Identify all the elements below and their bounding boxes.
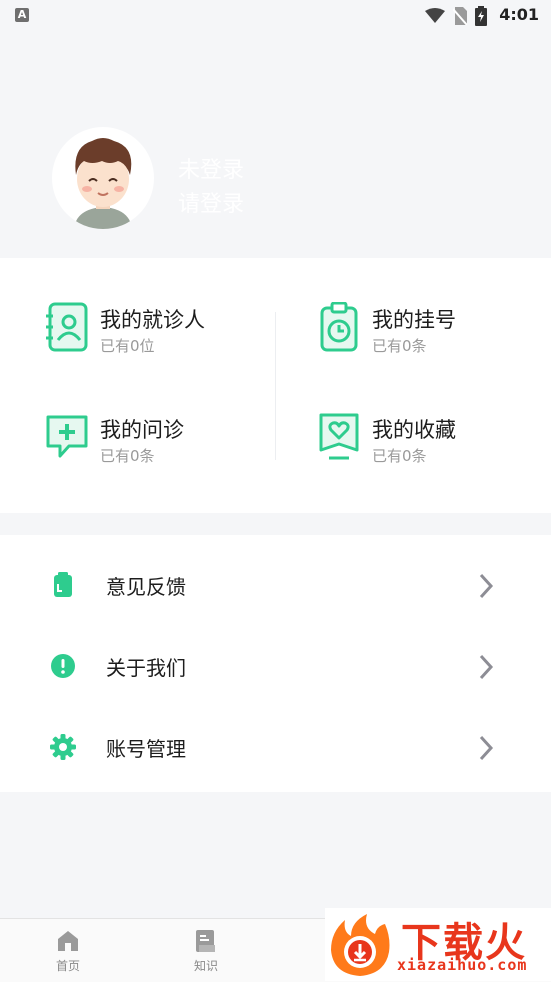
- system-icons: [425, 6, 487, 26]
- settings-menu: 意见反馈 关于我们 账号管理: [0, 535, 551, 792]
- knowledge-icon: [196, 930, 215, 952]
- stat-my-patients[interactable]: 我的就诊人 已有0位: [45, 302, 295, 372]
- avatar-boy-icon: [74, 138, 132, 229]
- tab-knowledge[interactable]: 知识: [176, 929, 236, 974]
- stats-grid: 我的就诊人 已有0位 我的挂号 已有0条 我的问诊 已有0条 我的收藏 已有0条: [0, 258, 551, 513]
- tab-label: 首页: [55, 959, 80, 973]
- menu-item-label: 账号管理: [106, 737, 186, 761]
- stat-title: 我的就诊人: [100, 308, 205, 332]
- menu-item-label: 意见反馈: [106, 575, 186, 599]
- battery-charging-icon: [475, 6, 487, 26]
- stat-subtitle: 已有0条: [372, 447, 427, 465]
- avatar[interactable]: [52, 127, 154, 229]
- gear-icon: [50, 734, 76, 760]
- login-prompt[interactable]: 请登录: [178, 186, 244, 218]
- watermark-logo: 下载火 xiazaihuo.com: [325, 908, 551, 981]
- chevron-right-icon: [479, 735, 494, 761]
- stat-subtitle: 已有0条: [100, 447, 155, 465]
- wifi-icon: [425, 8, 445, 23]
- stat-my-consultations[interactable]: 我的问诊 已有0条: [45, 412, 295, 482]
- notification-a-icon: A: [15, 8, 29, 22]
- chevron-right-icon: [479, 573, 494, 599]
- heart-bookmark-icon: [319, 413, 359, 460]
- patient-card-icon: [46, 302, 88, 352]
- stat-title: 我的挂号: [372, 308, 456, 332]
- home-icon: [58, 931, 78, 951]
- menu-item-about-us[interactable]: 关于我们: [0, 627, 551, 707]
- stat-subtitle: 已有0位: [100, 337, 155, 355]
- flame-logo-icon: [331, 914, 390, 976]
- stat-subtitle: 已有0条: [372, 337, 427, 355]
- chevron-right-icon: [479, 654, 494, 680]
- menu-item-label: 关于我们: [106, 656, 186, 680]
- chat-plus-icon: [46, 415, 88, 458]
- tab-label: 知识: [193, 959, 218, 973]
- stat-my-favorites[interactable]: 我的收藏 已有0条: [317, 412, 551, 482]
- status-bar: A 4:01: [0, 0, 551, 32]
- menu-item-feedback[interactable]: 意见反馈: [0, 546, 551, 626]
- menu-item-account-management[interactable]: 账号管理: [0, 708, 551, 788]
- profile-header[interactable]: 未登录 请登录: [0, 32, 551, 257]
- status-time: 4:01: [499, 5, 539, 24]
- tab-home[interactable]: 首页: [38, 929, 98, 974]
- stat-title: 我的问诊: [100, 418, 184, 442]
- clipboard-clock-icon: [320, 302, 358, 352]
- info-icon: [51, 654, 75, 678]
- stat-title: 我的收藏: [372, 418, 456, 442]
- feedback-icon: [54, 572, 72, 597]
- stat-my-registrations[interactable]: 我的挂号 已有0条: [317, 302, 551, 372]
- no-sim-icon: [453, 7, 467, 25]
- watermark-url: xiazaihuo.com: [397, 956, 528, 974]
- login-status-title[interactable]: 未登录: [178, 152, 244, 184]
